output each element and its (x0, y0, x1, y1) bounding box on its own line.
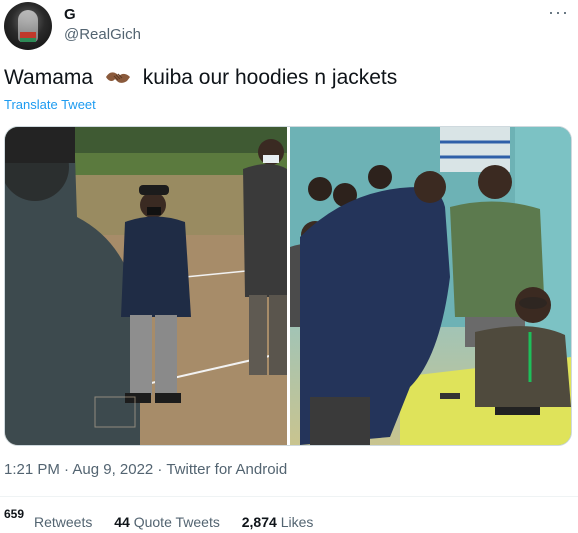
translate-tweet-link[interactable]: Translate Tweet (4, 97, 96, 112)
divider (0, 496, 578, 497)
tweet-text-end: kuiba our hoodies n jackets (142, 66, 398, 89)
photo-right-image (290, 127, 571, 445)
photo-left[interactable] (5, 127, 288, 445)
tweet-stats: Retweets 44 Quote Tweets 2,874 Likes (4, 514, 331, 530)
tweet-media[interactable] (4, 126, 572, 446)
quote-tweets-count: 44 (114, 514, 130, 530)
likes-count: 2,874 (241, 514, 277, 530)
photo-right[interactable] (290, 127, 571, 445)
photo-left-image (5, 127, 288, 445)
avatar-stripe-green (20, 38, 36, 42)
likes-stat[interactable]: 2,874 Likes (242, 514, 314, 530)
more-options-icon[interactable]: ··· (548, 2, 569, 23)
author-name[interactable]: G (64, 6, 76, 23)
retweets-stat[interactable]: Retweets (34, 514, 92, 530)
tweet-text-start: Wamama (4, 66, 94, 89)
likes-label: Likes (280, 514, 314, 530)
tweet-timestamp[interactable]: 1:21 PM · Aug 9, 2022 · Twitter for Andr… (4, 461, 287, 478)
retweets-label: Retweets (34, 514, 93, 530)
author-avatar[interactable] (4, 2, 52, 50)
author-handle[interactable]: @RealGich (64, 26, 141, 43)
quote-tweets-label: Quote Tweets (133, 514, 220, 530)
quote-tweets-stat[interactable]: 44 Quote Tweets (114, 514, 220, 530)
tweet-text: Wamama kuiba our hoodies n jackets (4, 66, 397, 90)
handshake-emoji-icon (105, 68, 131, 86)
